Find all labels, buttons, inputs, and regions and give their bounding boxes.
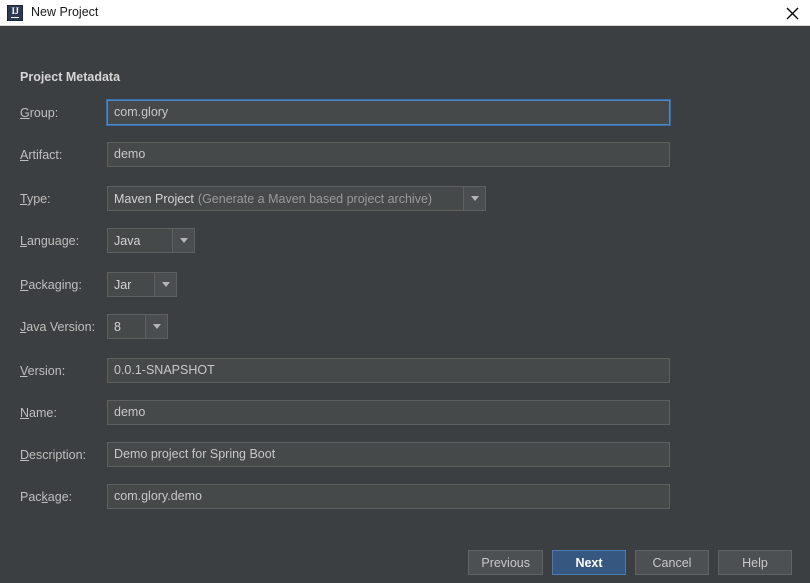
language-dropdown[interactable]: Java bbox=[107, 228, 195, 253]
version-input[interactable]: 0.0.1-SNAPSHOT bbox=[107, 358, 670, 383]
java-version-value-wrap: 8 bbox=[108, 315, 145, 338]
package-value: com.glory.demo bbox=[114, 489, 202, 504]
form-row-artifact: Artifact: demo bbox=[0, 142, 810, 168]
language-label: Language: bbox=[20, 234, 80, 248]
form-row-language: Language: Java bbox=[0, 228, 810, 254]
description-label: Description: bbox=[20, 448, 87, 462]
package-input[interactable]: com.glory.demo bbox=[107, 484, 670, 509]
form-row-version: Version: 0.0.1-SNAPSHOT bbox=[0, 358, 810, 384]
packaging-label: Packaging: bbox=[20, 278, 82, 292]
version-value: 0.0.1-SNAPSHOT bbox=[114, 363, 215, 378]
type-value-description: (Generate a Maven based project archive) bbox=[197, 191, 433, 206]
packaging-value: Jar bbox=[114, 277, 132, 292]
intellij-idea-icon: IJ bbox=[7, 4, 23, 21]
chevron-down-icon[interactable] bbox=[172, 229, 194, 252]
form-row-group: Group: com.glory bbox=[0, 99, 810, 126]
group-value: com.glory bbox=[114, 105, 169, 120]
java-version-value: 8 bbox=[114, 319, 121, 334]
help-button[interactable]: Help bbox=[718, 550, 792, 575]
chevron-down-icon[interactable] bbox=[154, 273, 176, 296]
form-row-description: Description: Demo project for Spring Boo… bbox=[0, 442, 810, 468]
chevron-down-icon[interactable] bbox=[463, 187, 485, 210]
form-row-name: Name: demo bbox=[0, 400, 810, 426]
name-input[interactable]: demo bbox=[107, 400, 670, 425]
next-button[interactable]: Next bbox=[552, 550, 626, 575]
packaging-dropdown[interactable]: Jar bbox=[107, 272, 177, 297]
language-value: Java bbox=[114, 233, 141, 248]
form-row-type: Type: Maven Project (Generate a Maven ba… bbox=[0, 186, 810, 212]
cancel-button[interactable]: Cancel bbox=[635, 550, 709, 575]
window-title: New Project bbox=[31, 5, 99, 20]
group-label: Group: bbox=[20, 106, 59, 120]
language-value-wrap: Java bbox=[108, 229, 172, 252]
type-dropdown[interactable]: Maven Project (Generate a Maven based pr… bbox=[107, 186, 486, 211]
type-value: Maven Project bbox=[114, 191, 194, 206]
page-title: Project Metadata bbox=[20, 70, 121, 84]
package-label: Package: bbox=[20, 490, 73, 504]
name-value: demo bbox=[114, 405, 146, 420]
title-bar: IJ New Project bbox=[0, 0, 810, 26]
form-row-packaging: Packaging: Jar bbox=[0, 272, 810, 298]
dialog-button-bar: Previous Next Cancel Help bbox=[468, 550, 792, 575]
artifact-label: Artifact: bbox=[20, 148, 63, 162]
packaging-value-wrap: Jar bbox=[108, 273, 154, 296]
type-label: Type: bbox=[20, 192, 51, 206]
group-input[interactable]: com.glory bbox=[106, 99, 671, 126]
description-value: Demo project for Spring Boot bbox=[114, 447, 276, 462]
close-icon[interactable] bbox=[774, 0, 810, 26]
name-label: Name: bbox=[20, 406, 57, 420]
project-metadata-form: Group: com.glory Artifact: demo Type: Ma… bbox=[0, 99, 810, 518]
version-label: Version: bbox=[20, 364, 66, 378]
form-row-java-version: Java Version: 8 bbox=[0, 314, 810, 340]
java-version-dropdown[interactable]: 8 bbox=[107, 314, 168, 339]
app-icon-glyph: IJ bbox=[11, 6, 19, 18]
form-row-package: Package: com.glory.demo bbox=[0, 484, 810, 510]
java-version-label: Java Version: bbox=[20, 320, 96, 334]
description-input[interactable]: Demo project for Spring Boot bbox=[107, 442, 670, 467]
artifact-value: demo bbox=[114, 147, 146, 162]
artifact-input[interactable]: demo bbox=[107, 142, 670, 167]
type-value-wrap: Maven Project (Generate a Maven based pr… bbox=[108, 187, 463, 210]
previous-button[interactable]: Previous bbox=[468, 550, 543, 575]
dialog-body: Project Metadata Group: com.glory Artifa… bbox=[0, 26, 810, 583]
chevron-down-icon[interactable] bbox=[145, 315, 167, 338]
